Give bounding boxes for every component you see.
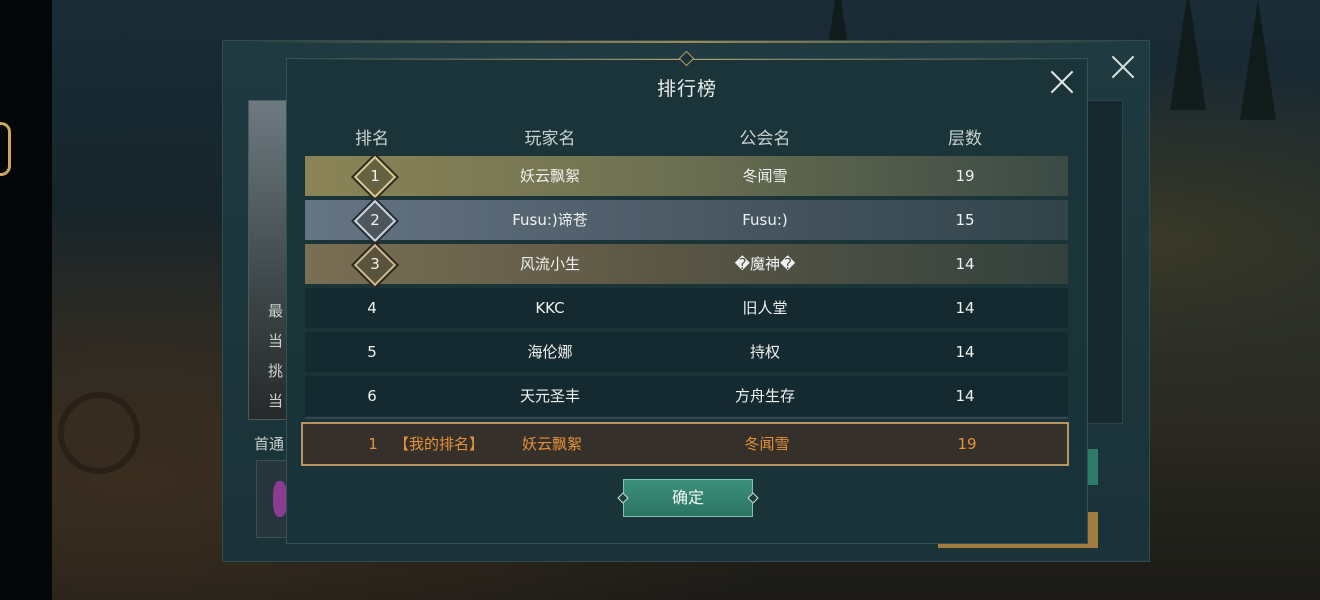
leaderboard-row: 4 KKC 旧人堂 14 bbox=[305, 288, 1068, 328]
guild-name: �魔神� bbox=[734, 255, 796, 273]
reward-item-gem[interactable] bbox=[256, 460, 290, 538]
stat-label: 当 bbox=[268, 392, 284, 410]
player-name: KKC bbox=[535, 299, 565, 317]
floor-count: 14 bbox=[955, 387, 975, 405]
rank-number: 4 bbox=[367, 299, 377, 317]
side-menu-tab[interactable] bbox=[0, 122, 11, 176]
leaderboard-dialog: 排行榜 排名 玩家名 公会名 层数 1 妖云飘絮 冬闻雪 19 2 Fusu:)… bbox=[286, 50, 1088, 544]
guild-name: 方舟生存 bbox=[734, 387, 795, 405]
back-panel-close-button[interactable] bbox=[1108, 52, 1138, 82]
leaderboard-row: 2 Fusu:)谛苍 Fusu:) 15 bbox=[305, 199, 1068, 243]
background-tree bbox=[1170, 0, 1206, 110]
list-divider bbox=[305, 417, 1068, 419]
rank-number: 5 bbox=[367, 343, 377, 361]
column-header-guild: 公会名 bbox=[739, 129, 791, 149]
leaderboard-row: 6 天元圣丰 方舟生存 14 bbox=[305, 376, 1068, 416]
first-clear-label: 首通 bbox=[254, 435, 285, 453]
floor-count: 14 bbox=[955, 255, 975, 273]
floor-count: 14 bbox=[955, 299, 975, 317]
my-rank-number: 1 bbox=[368, 435, 378, 453]
rank-number: 1 bbox=[370, 167, 380, 185]
rank-number: 3 bbox=[370, 255, 380, 273]
column-header-floor: 层数 bbox=[948, 129, 982, 149]
confirm-button-label: 确定 bbox=[671, 488, 704, 507]
floor-list bbox=[1085, 100, 1123, 424]
player-name: 天元圣丰 bbox=[519, 387, 580, 405]
leaderboard-row: 5 海伦娜 持权 14 bbox=[305, 332, 1068, 372]
background-cart-wheel bbox=[58, 392, 140, 474]
rank-number: 2 bbox=[370, 211, 380, 229]
rank-number: 6 bbox=[367, 387, 377, 405]
close-icon[interactable] bbox=[1049, 69, 1075, 95]
stat-label: 最 bbox=[268, 302, 284, 320]
my-floor-count: 19 bbox=[957, 435, 977, 453]
floor-count: 19 bbox=[955, 167, 975, 185]
button-right-ornament bbox=[747, 492, 759, 504]
stat-label: 挑 bbox=[268, 362, 284, 380]
column-header-rank: 排名 bbox=[355, 129, 389, 149]
stat-label: 当 bbox=[268, 332, 284, 350]
player-name: 风流小生 bbox=[519, 255, 580, 273]
player-name: Fusu:)谛苍 bbox=[512, 211, 588, 229]
background-tree bbox=[1240, 0, 1276, 120]
floor-count: 15 bbox=[955, 211, 975, 229]
left-screen-edge bbox=[0, 0, 52, 600]
confirm-button[interactable]: 确定 bbox=[617, 479, 759, 517]
guild-name: 冬闻雪 bbox=[742, 167, 788, 185]
player-name: 妖云飘絮 bbox=[519, 167, 580, 185]
dialog-title: 排行榜 bbox=[656, 78, 717, 100]
guild-name: 旧人堂 bbox=[742, 299, 788, 317]
guild-name: 持权 bbox=[749, 343, 780, 361]
guild-name: Fusu:) bbox=[742, 211, 788, 229]
column-header-player: 玩家名 bbox=[524, 129, 576, 149]
leaderboard-row: 3 风流小生 �魔神� 14 bbox=[305, 243, 1068, 287]
leaderboard-row: 1 妖云飘絮 冬闻雪 19 bbox=[305, 155, 1068, 199]
my-guild-name: 冬闻雪 bbox=[744, 435, 790, 453]
button-left-ornament bbox=[617, 492, 629, 504]
my-rank-row: 1 【我的排名】 妖云飘絮 冬闻雪 19 bbox=[301, 422, 1069, 466]
floor-count: 14 bbox=[955, 343, 975, 361]
player-name: 海伦娜 bbox=[527, 343, 573, 361]
panel-top-ornament bbox=[243, 41, 1129, 43]
my-player-name: 妖云飘絮 bbox=[521, 435, 582, 453]
